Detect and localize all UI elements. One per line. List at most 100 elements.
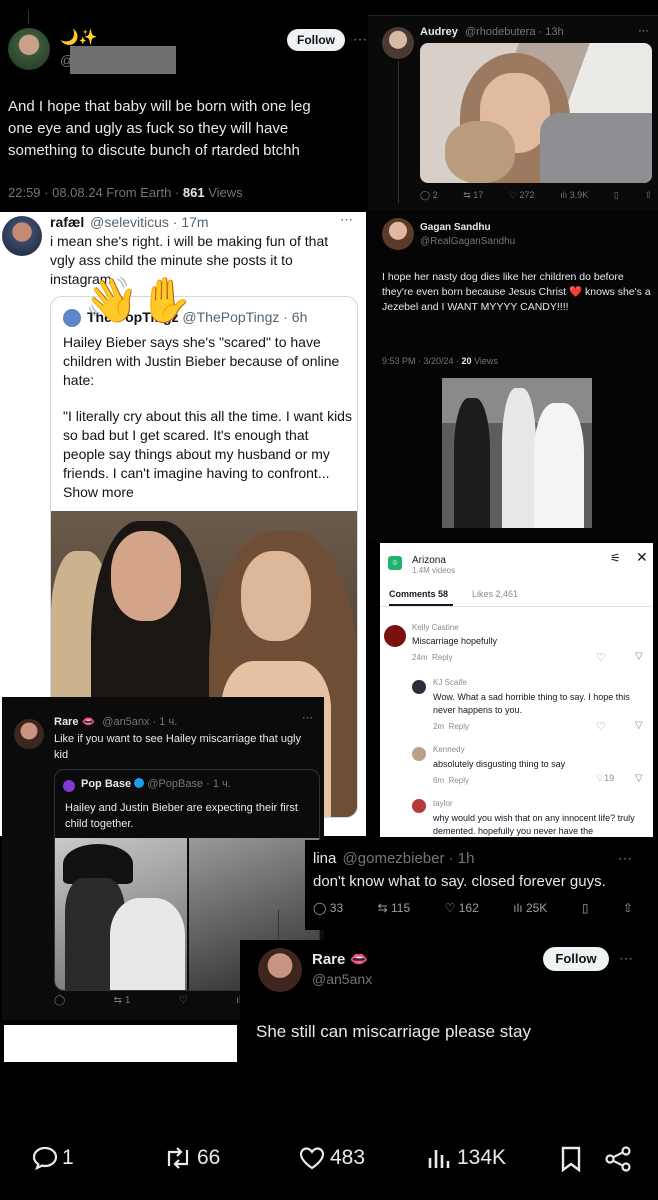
like-icon[interactable]: ♡ [596, 651, 606, 664]
comment-text: Wow. What a sad horrible thing to say. I… [433, 692, 630, 715]
dislike-icon[interactable]: ▽ [635, 720, 643, 731]
share-icon[interactable]: ⇧ [644, 190, 652, 201]
quoted-text-continued: "I literally cry about this all the time… [63, 408, 352, 500]
view-count: 861 [182, 185, 205, 200]
views-button[interactable]: ılı 3.9K [560, 190, 588, 201]
view-count: 20 [461, 356, 472, 366]
display-name-emoji: 🌙✨ [60, 29, 98, 46]
tweet-text: She still can miscarriage please stay [256, 1022, 531, 1041]
close-icon[interactable]: ✕ [636, 549, 648, 566]
thread-line [28, 10, 29, 24]
avatar[interactable] [382, 27, 414, 59]
tweet-photo[interactable] [420, 43, 652, 183]
tweet-2: Audrey @rhodebutera · 13h ⋯ ◯ 2 ⇆ 17 ♡ 2… [368, 15, 658, 211]
like-button[interactable]: ♡ [179, 995, 188, 1006]
quoted-display-name: Pop Base [81, 778, 132, 790]
repost-button[interactable]: 66 [163, 1146, 220, 1170]
like-icon[interactable]: ♡ [596, 720, 606, 733]
more-options-icon[interactable]: ⋯ [302, 711, 314, 724]
follow-button[interactable]: Follow [287, 29, 345, 51]
handle: @seleviticus · 17m [90, 214, 209, 230]
dislike-icon[interactable]: ▽ [635, 773, 643, 784]
avatar [63, 309, 81, 327]
thread-line [278, 910, 279, 940]
tab-likes[interactable]: Likes 2,461 [472, 589, 518, 599]
repost-icon [167, 1147, 189, 1169]
panel-subtitle: 1.4M videos [412, 566, 456, 575]
comment-text: Miscarriage hopefully [412, 636, 498, 646]
share-button[interactable] [604, 1146, 632, 1172]
divider [380, 606, 653, 607]
avatar[interactable] [258, 948, 302, 992]
follow-button[interactable]: Follow [543, 947, 609, 971]
reply-button[interactable]: Reply [432, 653, 452, 662]
comment-author: taylor [433, 799, 453, 808]
tweet-photo[interactable] [442, 378, 592, 528]
display-name: Rare 👄 [54, 716, 96, 728]
display-name: Rare 👄 [312, 951, 369, 968]
tweet-meta: 22:59 · 08.08.24 From Earth · 861 Views [8, 185, 243, 200]
reply-button[interactable]: ◯ 33 [313, 901, 343, 915]
panel-title: Arizona [412, 555, 446, 566]
views-button[interactable]: 134K [427, 1146, 506, 1170]
tweet-meta: 9:53 PM · 3/20/24 · 20 Views [382, 356, 498, 366]
repost-button[interactable]: ⇆ 115 [378, 901, 411, 915]
views-label: Views [471, 356, 498, 366]
avatar [412, 747, 426, 761]
like-icon[interactable]: ♡19 [596, 773, 614, 784]
more-options-icon[interactable]: ⋯ [353, 31, 368, 48]
views-button[interactable]: ılı 25K [513, 901, 547, 915]
avatar [412, 799, 426, 813]
share-icon[interactable]: ⇧ [623, 901, 633, 915]
like-button[interactable]: 483 [298, 1146, 365, 1170]
avatar[interactable] [2, 216, 42, 256]
reply-button[interactable]: ◯ 2 [420, 190, 438, 201]
display-name: lina [313, 850, 337, 867]
more-options-icon[interactable]: ⋯ [618, 850, 633, 867]
repost-button[interactable]: ⇆ 1 [114, 995, 131, 1006]
handle: @RealGaganSandhu [420, 236, 516, 247]
display-name: Audrey [420, 26, 458, 38]
more-options-icon[interactable]: ⋯ [340, 212, 353, 228]
handle: @gomezbieber · 1h [342, 850, 475, 867]
reply-button[interactable]: ◯ [54, 995, 65, 1006]
handle: @rhodebutera · 13h [464, 26, 564, 38]
bookmark-icon[interactable]: ▯ [614, 190, 619, 201]
tweet-7: lina @gomezbieber · 1h ⋯ don't know what… [305, 840, 658, 930]
avatar [412, 680, 426, 694]
bookmark-icon[interactable]: ▯ [582, 901, 589, 915]
filter-icon[interactable]: ⚟ [610, 551, 621, 565]
more-options-icon[interactable]: ⋯ [619, 950, 634, 967]
tweet-8: Rare 👄 @an5anx Follow ⋯ She still can mi… [240, 910, 658, 1050]
quoted-photo[interactable] [55, 838, 187, 990]
comment-author: Kelly Castine [412, 623, 459, 632]
avatar[interactable] [8, 28, 50, 70]
reply-button[interactable]: Reply [449, 722, 469, 731]
tweet-1: 🌙✨ @ Follow ⋯ And I hope that baby will … [0, 0, 368, 212]
avatar[interactable] [382, 218, 414, 250]
like-button[interactable]: ♡ 272 [509, 190, 535, 201]
tweet-text: Like if you want to see Hailey miscarria… [54, 733, 302, 761]
repost-button[interactable]: ⇆ 17 [463, 190, 483, 201]
tab-comments[interactable]: Comments 58 [389, 589, 448, 599]
avatar [384, 625, 406, 647]
bookmark-button[interactable] [560, 1146, 582, 1172]
tweet-actions: ◯ 2 ⇆ 17 ♡ 272 ılı 3.9K ▯ ⇧ [420, 190, 652, 201]
more-options-icon[interactable]: ⋯ [638, 24, 650, 37]
white-block [4, 1025, 237, 1062]
avatar[interactable] [14, 719, 44, 749]
like-count: 483 [330, 1146, 366, 1169]
tweet-text: don't know what to say. closed forever g… [313, 873, 606, 890]
comment-time: 2m [433, 722, 445, 731]
reply-button[interactable]: Reply [449, 776, 469, 785]
reply-button[interactable]: 1 [32, 1146, 74, 1170]
comment-time: 6m [433, 776, 445, 785]
comment-time: 24m [412, 653, 428, 662]
handle: @an5anx [312, 971, 373, 987]
reply-icon [32, 1146, 58, 1170]
display-name: Gagan Sandhu [420, 222, 491, 233]
like-button[interactable]: ♡ 162 [445, 901, 479, 915]
handle: @an5anx · 1 ч. [102, 716, 178, 728]
dislike-icon[interactable]: ▽ [635, 651, 643, 662]
bookmark-icon [561, 1146, 581, 1172]
